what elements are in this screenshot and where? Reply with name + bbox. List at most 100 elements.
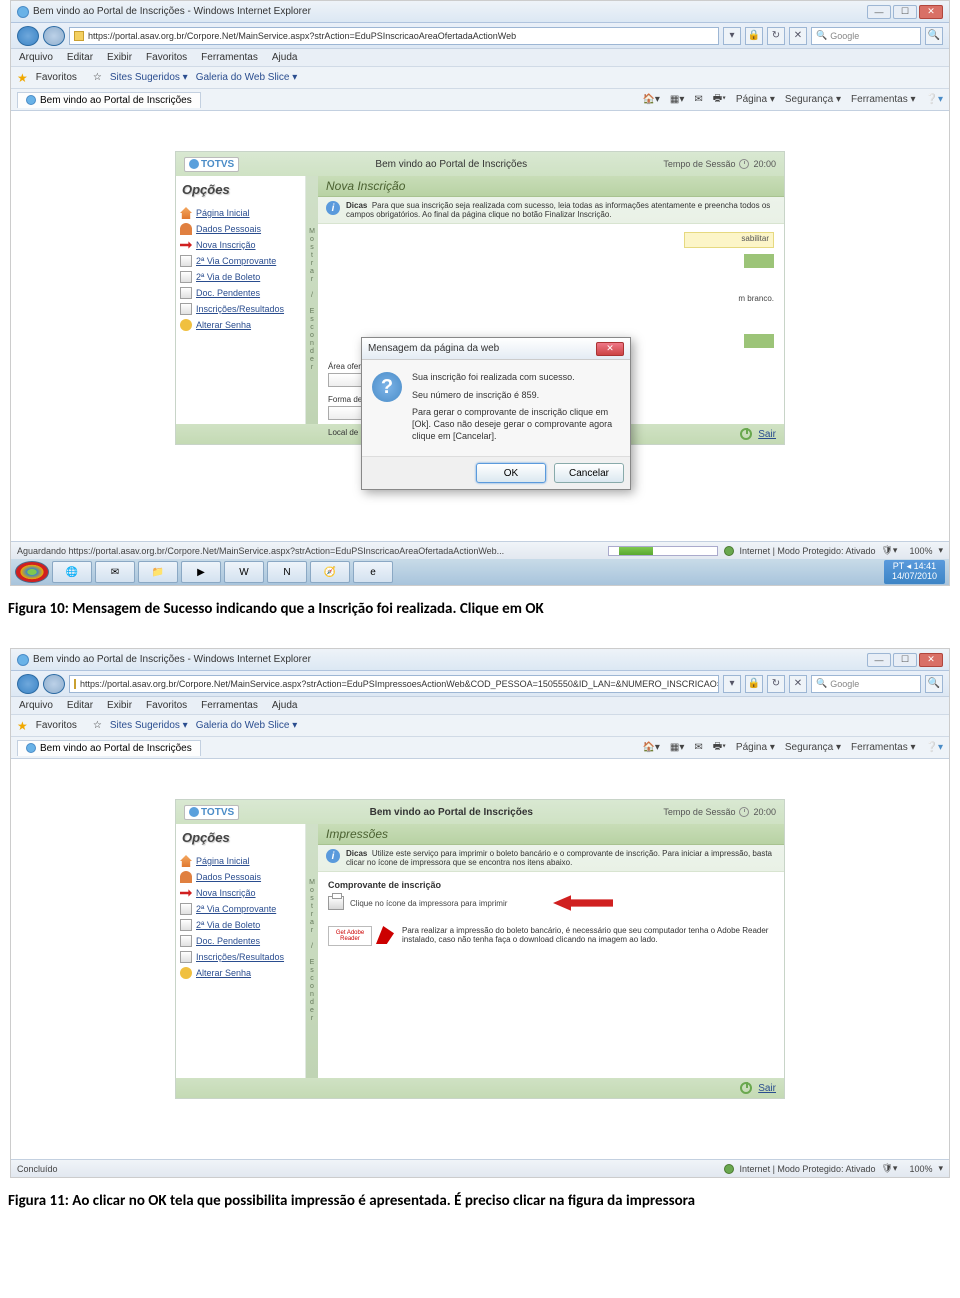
suggested-sites-link[interactable]: Sites Sugeridos ▾ bbox=[110, 720, 188, 731]
stop-button[interactable]: ✕ bbox=[789, 27, 807, 45]
search-input[interactable]: 🔍 Google bbox=[811, 27, 921, 45]
ok-button[interactable]: OK bbox=[476, 463, 546, 483]
mail-icon[interactable]: ✉ bbox=[694, 94, 702, 105]
web-slice-link[interactable]: Galeria do Web Slice ▾ bbox=[196, 720, 298, 731]
sidebar-item-home[interactable]: Página Inicial bbox=[180, 853, 301, 869]
zoom-level[interactable]: 100% bbox=[909, 1164, 932, 1174]
stop-button[interactable]: ✕ bbox=[789, 675, 807, 693]
taskbar-app[interactable]: N bbox=[267, 561, 307, 583]
minimize-button[interactable]: — bbox=[867, 653, 891, 667]
sidebar-item-senha[interactable]: Alterar Senha bbox=[180, 965, 301, 981]
logout-link[interactable]: Sair bbox=[758, 1083, 776, 1094]
browser-tab[interactable]: Bem vindo ao Portal de Inscrições bbox=[17, 740, 201, 756]
tools-menu[interactable]: Ferramentas ▾ bbox=[851, 94, 915, 105]
sidebar-item-nova[interactable]: Nova Inscrição bbox=[180, 885, 301, 901]
sidebar-item-nova[interactable]: Nova Inscrição bbox=[180, 237, 301, 253]
totvs-logo: TOTVS bbox=[184, 805, 239, 820]
help-icon[interactable]: ❔▾ bbox=[926, 94, 943, 105]
security-menu[interactable]: Segurança ▾ bbox=[785, 742, 841, 753]
menu-ajuda[interactable]: Ajuda bbox=[272, 52, 298, 63]
sidebar-item-dados[interactable]: Dados Pessoais bbox=[180, 869, 301, 885]
sidebar-item-resultados[interactable]: Inscrições/Resultados bbox=[180, 949, 301, 965]
page-menu[interactable]: Página ▾ bbox=[736, 94, 775, 105]
home-icon[interactable]: 🏠▾ bbox=[642, 94, 659, 105]
start-button[interactable] bbox=[15, 561, 49, 583]
mail-icon[interactable]: ✉ bbox=[694, 742, 702, 753]
menu-favoritos[interactable]: Favoritos bbox=[146, 700, 187, 711]
menu-editar[interactable]: Editar bbox=[67, 700, 93, 711]
menu-ajuda[interactable]: Ajuda bbox=[272, 700, 298, 711]
menu-exibir[interactable]: Exibir bbox=[107, 52, 132, 63]
browser-tab[interactable]: Bem vindo ao Portal de Inscrições bbox=[17, 92, 201, 108]
close-button[interactable]: ✕ bbox=[919, 5, 943, 19]
menu-ferramentas[interactable]: Ferramentas bbox=[201, 700, 258, 711]
url-field[interactable]: https://portal.asav.org.br/Corpore.Net/M… bbox=[69, 675, 719, 693]
feed-icon[interactable]: ▦▾ bbox=[670, 94, 684, 105]
forward-button[interactable] bbox=[43, 26, 65, 46]
maximize-button[interactable]: ☐ bbox=[893, 653, 917, 667]
sidebar-item-dados[interactable]: Dados Pessoais bbox=[180, 221, 301, 237]
help-icon[interactable]: ❔▾ bbox=[926, 742, 943, 753]
sidebar-item-resultados[interactable]: Inscrições/Resultados bbox=[180, 301, 301, 317]
url-field[interactable]: https://portal.asav.org.br/Corpore.Net/M… bbox=[69, 27, 719, 45]
page-menu[interactable]: Página ▾ bbox=[736, 742, 775, 753]
refresh-button[interactable]: ↻ bbox=[767, 675, 785, 693]
search-go-button[interactable]: 🔍 bbox=[925, 27, 943, 45]
favorites-label[interactable]: Favoritos bbox=[36, 720, 77, 731]
web-slice-link[interactable]: Galeria do Web Slice ▾ bbox=[196, 72, 298, 83]
menu-editar[interactable]: Editar bbox=[67, 52, 93, 63]
favorites-label[interactable]: Favoritos bbox=[36, 72, 77, 83]
forward-button[interactable] bbox=[43, 674, 65, 694]
close-button[interactable]: ✕ bbox=[919, 653, 943, 667]
dialog-close-button[interactable]: ✕ bbox=[596, 342, 624, 356]
sidebar-item-comprovante[interactable]: 2ª Via Comprovante bbox=[180, 901, 301, 917]
taskbar-app[interactable]: ✉ bbox=[95, 561, 135, 583]
taskbar-app[interactable]: 🧭 bbox=[310, 561, 350, 583]
taskbar-app[interactable]: 📁 bbox=[138, 561, 178, 583]
refresh-button[interactable]: ↻ bbox=[767, 27, 785, 45]
print-icon[interactable]: 🖶▾ bbox=[713, 739, 726, 756]
favorites-star-icon[interactable]: ★ bbox=[17, 719, 28, 733]
suggested-sites-link[interactable]: Sites Sugeridos ▾ bbox=[110, 72, 188, 83]
toggle-sidebar-bar[interactable]: Mostrar / Esconder bbox=[306, 176, 318, 424]
menu-favoritos[interactable]: Favoritos bbox=[146, 52, 187, 63]
adobe-reader-badge[interactable]: Get Adobe Reader bbox=[328, 926, 372, 946]
favorites-star-icon[interactable]: ★ bbox=[17, 71, 28, 85]
sidebar-item-boleto[interactable]: 2ª Via de Boleto bbox=[180, 269, 301, 285]
menu-arquivo[interactable]: Arquivo bbox=[19, 700, 53, 711]
sidebar-item-docs[interactable]: Doc. Pendentes bbox=[180, 285, 301, 301]
search-go-button[interactable]: 🔍 bbox=[925, 675, 943, 693]
cancel-button[interactable]: Cancelar bbox=[554, 463, 624, 483]
minimize-button[interactable]: — bbox=[867, 5, 891, 19]
zoom-level[interactable]: 100% bbox=[909, 546, 932, 556]
taskbar-app[interactable]: e bbox=[353, 561, 393, 583]
taskbar-app[interactable]: ▶ bbox=[181, 561, 221, 583]
taskbar-app[interactable]: W bbox=[224, 561, 264, 583]
dropdown-icon[interactable]: ▾ bbox=[723, 675, 741, 693]
taskbar-clock[interactable]: PT ◂ 14:4114/07/2010 bbox=[884, 560, 945, 584]
sidebar-item-senha[interactable]: Alterar Senha bbox=[180, 317, 301, 333]
security-menu[interactable]: Segurança ▾ bbox=[785, 94, 841, 105]
search-input[interactable]: 🔍 Google bbox=[811, 675, 921, 693]
sidebar-item-docs[interactable]: Doc. Pendentes bbox=[180, 933, 301, 949]
print-icon[interactable]: 🖶▾ bbox=[713, 91, 726, 108]
back-button[interactable] bbox=[17, 674, 39, 694]
back-button[interactable] bbox=[17, 26, 39, 46]
maximize-button[interactable]: ☐ bbox=[893, 5, 917, 19]
menu-ferramentas[interactable]: Ferramentas bbox=[201, 52, 258, 63]
toggle-sidebar-bar[interactable]: Mostrar / Esconder bbox=[306, 824, 318, 1078]
sidebar-item-comprovante[interactable]: 2ª Via Comprovante bbox=[180, 253, 301, 269]
dropdown-icon[interactable]: ▾ bbox=[723, 27, 741, 45]
menu-exibir[interactable]: Exibir bbox=[107, 700, 132, 711]
sidebar-item-home[interactable]: Página Inicial bbox=[180, 205, 301, 221]
red-arrow-annotation bbox=[553, 894, 613, 912]
ssl-icon[interactable]: 🔒 bbox=[745, 675, 763, 693]
tools-menu[interactable]: Ferramentas ▾ bbox=[851, 742, 915, 753]
home-icon[interactable]: 🏠▾ bbox=[642, 742, 659, 753]
printer-icon[interactable] bbox=[328, 896, 344, 910]
menu-arquivo[interactable]: Arquivo bbox=[19, 52, 53, 63]
feed-icon[interactable]: ▦▾ bbox=[670, 742, 684, 753]
sidebar-item-boleto[interactable]: 2ª Via de Boleto bbox=[180, 917, 301, 933]
taskbar-app[interactable]: 🌐 bbox=[52, 561, 92, 583]
ssl-icon[interactable]: 🔒 bbox=[745, 27, 763, 45]
